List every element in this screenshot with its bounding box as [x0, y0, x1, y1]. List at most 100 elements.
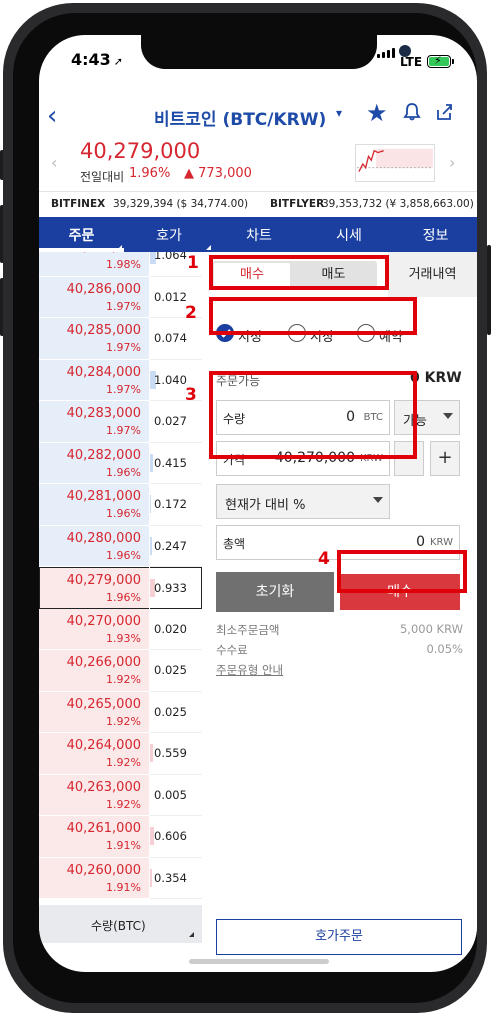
prev-coin-arrow-icon[interactable]: ‹ — [51, 153, 57, 172]
field-unit: KRW — [430, 537, 453, 548]
row-percent: 1.97% — [106, 382, 141, 396]
qty-cell[interactable]: 0.027 — [150, 401, 202, 443]
bid-row[interactable]: 40,264,000 1.92% 0.559 — [39, 733, 202, 775]
row-percent: 1.96% — [106, 507, 141, 520]
page-title[interactable]: 비트코인 (BTC/KRW) — [154, 105, 326, 130]
tab-corner-icon — [206, 245, 211, 250]
favorite-star-icon[interactable]: ★ — [366, 99, 388, 127]
qty-cell[interactable]: 0.020 — [150, 608, 202, 650]
price-cell[interactable]: 40,264,000 1.92% — [39, 733, 149, 775]
ask-row[interactable]: 40,284,000 1.97% 1.040 — [39, 359, 202, 401]
price-cell[interactable]: 40,283,000 1.97% — [39, 401, 149, 443]
min-order-label: 최소주문금액 — [216, 623, 280, 637]
tab-chart[interactable]: 차트 — [214, 225, 304, 245]
tab-info[interactable]: 정보 — [394, 225, 477, 245]
hoga-order-button[interactable]: 호가주문 — [216, 919, 462, 955]
field-value: 0 — [416, 534, 425, 550]
price-cell[interactable]: 40,282,000 1.96% — [39, 442, 149, 484]
price-cell[interactable]: 40,280,000 1.96% — [39, 525, 149, 567]
ask-row[interactable]: 40,281,000 1.96% 0.172 — [39, 484, 202, 526]
row-percent: 1.92% — [106, 797, 141, 811]
ask-row[interactable]: 40,282,000 1.96% 0.415 — [39, 442, 202, 484]
next-coin-arrow-icon[interactable]: › — [449, 153, 455, 172]
qty-cell[interactable]: 0.247 — [150, 525, 202, 567]
bid-row[interactable]: 40,260,000 1.91% 0.354 — [39, 857, 202, 899]
row-qty: 0.559 — [154, 746, 187, 760]
price-cell[interactable]: 40,266,000 1.92% — [39, 650, 149, 692]
tab-order[interactable]: 주문 — [39, 225, 124, 245]
min-order-value: 5,000 KRW — [399, 622, 463, 636]
bid-row[interactable]: 40,279,000 1.96% 0.933 — [39, 567, 202, 609]
price-cell[interactable]: 40,263,000 1.92% — [39, 774, 149, 816]
row-qty: 1.040 — [154, 372, 187, 387]
row-price: 40,280,000 — [66, 530, 141, 546]
row-price: 40,285,000 — [66, 323, 141, 338]
price-cell[interactable]: 40,265,000 1.92% — [39, 691, 149, 733]
orderbook: 40,290,000 1.98% 1.064 40,286,000 1.97% 0.012… — [39, 252, 202, 912]
qty-cell[interactable]: 0.025 — [150, 650, 202, 692]
price-cell[interactable]: 40,270,000 1.93% — [39, 608, 149, 650]
qty-cell[interactable]: 0.005 — [150, 774, 202, 816]
qty-cell[interactable]: 0.606 — [150, 816, 202, 858]
ask-row[interactable]: 40,286,000 1.97% 0.012 — [39, 276, 202, 318]
price-cell[interactable]: 40,284,000 1.97% — [39, 359, 149, 401]
price-increase-button[interactable]: + — [430, 441, 460, 476]
price-cell[interactable]: 40,285,000 1.97% — [39, 318, 149, 360]
fee-value: 0.05% — [426, 642, 463, 656]
row-qty: 0.247 — [154, 538, 187, 553]
bid-row[interactable]: 40,263,000 1.92% 0.005 — [39, 774, 202, 816]
back-button[interactable]: ‹ — [47, 101, 57, 131]
ask-row[interactable]: 40,283,000 1.97% 0.027 — [39, 401, 202, 443]
mini-chart[interactable] — [355, 144, 435, 182]
row-qty: 0.172 — [154, 497, 187, 511]
qty-cell[interactable]: 0.074 — [150, 318, 202, 360]
row-percent: 1.97% — [106, 424, 141, 437]
qty-cell[interactable]: 0.559 — [150, 733, 202, 775]
qty-unit-toggle[interactable]: 수량(BTC) — [91, 917, 146, 934]
ask-row[interactable]: 40,280,000 1.96% 0.247 — [39, 525, 202, 567]
row-percent: 1.97% — [106, 341, 141, 354]
price-ratio-dropdown[interactable]: 현재가 대비 % — [216, 484, 390, 519]
exchange-value: 39,329,394 ($ 34,774.00) — [113, 198, 249, 210]
price-cell[interactable]: 40,281,000 1.96% — [39, 484, 149, 526]
bid-row[interactable]: 40,270,000 1.93% 0.020 — [39, 608, 202, 650]
row-price: 40,279,000 — [66, 573, 141, 588]
phone-bezel: 4:43 ➚ LTE ⚡ ‹ 비트코인 (BTC/KRW) ▾ ★ ‹ 40,2… — [13, 13, 477, 1003]
row-qty: 0.027 — [154, 414, 187, 428]
qty-cell[interactable]: 0.354 — [150, 857, 202, 899]
annotation-number: 2 — [185, 303, 197, 323]
row-price: 40,263,000 — [66, 779, 141, 795]
bid-row[interactable]: 40,265,000 1.92% 0.025 — [39, 691, 202, 733]
ask-row[interactable]: 40,290,000 1.98% 1.064 — [39, 252, 202, 277]
bid-row[interactable]: 40,266,000 1.92% 0.025 — [39, 650, 202, 692]
row-qty: 0.354 — [154, 870, 187, 885]
history-tab[interactable]: 거래내역 — [388, 252, 477, 297]
share-icon[interactable] — [434, 102, 454, 122]
row-percent: 1.96% — [106, 548, 141, 562]
order-type-guide-link[interactable]: 주문유형 안내 — [216, 662, 283, 678]
price-cell[interactable]: 40,290,000 1.98% — [39, 252, 149, 277]
qty-bar — [150, 453, 153, 472]
row-price: 40,265,000 — [66, 696, 141, 712]
reset-button[interactable]: 초기화 — [216, 572, 334, 612]
row-price: 40,284,000 — [66, 364, 141, 380]
tab-market[interactable]: 시세 — [304, 225, 394, 245]
tab-orderbook[interactable]: 호가 — [124, 225, 214, 245]
annotation-number: 3 — [185, 385, 197, 405]
qty-cell[interactable]: 0.025 — [150, 691, 202, 733]
price-cell[interactable]: 40,286,000 1.97% — [39, 276, 149, 318]
bid-row[interactable]: 40,261,000 1.91% 0.606 — [39, 816, 202, 858]
price-cell[interactable]: 40,260,000 1.91% — [39, 857, 149, 899]
price-cell[interactable]: 40,279,000 1.96% — [39, 567, 149, 609]
price-cell[interactable]: 40,261,000 1.91% — [39, 816, 149, 858]
bell-icon[interactable] — [402, 102, 422, 122]
orderbook-footer[interactable]: 수량(BTC) — [39, 905, 202, 943]
qty-cell[interactable]: 0.933 — [150, 567, 202, 609]
row-percent: 1.92% — [106, 756, 141, 769]
row-qty: 1.064 — [154, 252, 187, 262]
qty-cell[interactable]: 0.415 — [150, 442, 202, 484]
qty-cell[interactable]: 0.172 — [150, 484, 202, 526]
ask-row[interactable]: 40,285,000 1.97% 0.074 — [39, 318, 202, 360]
nav-bar: ‹ 비트코인 (BTC/KRW) ▾ ★ — [39, 93, 477, 137]
title-dropdown-icon[interactable]: ▾ — [336, 106, 342, 120]
